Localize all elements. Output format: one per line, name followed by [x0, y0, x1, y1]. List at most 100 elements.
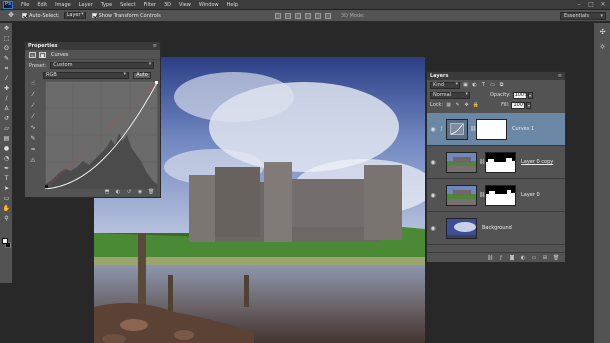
new-adjustment-icon[interactable]: ◐ — [520, 255, 526, 261]
layer-name[interactable]: Background — [482, 225, 512, 231]
auto-select-dropdown[interactable]: Layer — [63, 12, 86, 19]
layer-name[interactable]: Layer 0 — [521, 192, 540, 198]
crop-tool-icon[interactable]: ⌗ — [1, 64, 12, 73]
menu-file[interactable]: File — [17, 2, 33, 8]
blur-tool-icon[interactable]: ● — [1, 144, 12, 153]
layer-style-icon[interactable]: ƒ — [498, 255, 504, 261]
auto-select-checkbox[interactable] — [22, 13, 27, 18]
reset-icon[interactable]: ↺ — [126, 189, 132, 195]
show-transform-checkbox[interactable] — [91, 13, 97, 18]
fill-field[interactable]: 100% — [511, 101, 528, 109]
adjustments-panel-icon[interactable]: ☼ — [596, 41, 609, 53]
eye-icon[interactable]: ◉ — [429, 159, 437, 166]
layer-name[interactable]: Curves 1 — [512, 126, 534, 132]
curves-adjustment-thumbnail[interactable] — [446, 118, 468, 140]
layer-row-layer-0[interactable]: ◉ ⛓ Layer 0 — [427, 179, 565, 212]
lasso-tool-icon[interactable]: ʘ — [1, 44, 12, 53]
move-tool-preset-icon[interactable]: ✥ — [4, 11, 18, 20]
healing-brush-tool-icon[interactable]: ✚ — [1, 84, 12, 93]
layer-mask-thumbnail[interactable] — [476, 118, 507, 140]
black-point-eyedropper-icon[interactable]: ⁄ — [29, 91, 37, 99]
eraser-tool-icon[interactable]: ▱ — [1, 124, 12, 133]
path-select-tool-icon[interactable]: ➤ — [1, 184, 12, 193]
foreground-color-swatch[interactable] — [2, 238, 8, 244]
menu-view[interactable]: View — [175, 2, 195, 8]
layer-thumbnail[interactable] — [446, 217, 477, 239]
hand-tool-icon[interactable]: ✋ — [1, 204, 12, 213]
lock-transparency-icon[interactable]: ▦ — [445, 102, 452, 108]
align-left-icon[interactable] — [304, 12, 311, 19]
add-mask-icon[interactable]: ◙ — [509, 255, 515, 261]
dodge-tool-icon[interactable]: ◔ — [1, 154, 12, 163]
pixel-filter-icon[interactable]: ▣ — [462, 82, 469, 88]
menu-window[interactable]: Window — [195, 2, 223, 8]
properties-panel-header[interactable]: Properties ≡ — [25, 42, 160, 50]
fill-slider-toggle[interactable]: ▾ — [526, 101, 532, 109]
gradient-tool-icon[interactable]: ▤ — [1, 134, 12, 143]
layer-mask-thumbnail[interactable] — [485, 151, 516, 173]
adjustment-filter-icon[interactable]: ◐ — [471, 82, 478, 88]
link-icon[interactable]: ⛓ — [479, 192, 485, 198]
layer-row-background[interactable]: ◉ Background — [427, 212, 565, 245]
menu-layer[interactable]: Layer — [75, 2, 97, 8]
quick-select-tool-icon[interactable]: ✎ — [1, 54, 12, 63]
menu-select[interactable]: Select — [116, 2, 139, 8]
kind-filter-dropdown[interactable]: Kind — [430, 81, 460, 89]
target-adjust-icon[interactable]: ☝ — [29, 80, 37, 88]
blend-mode-dropdown[interactable]: Normal — [430, 91, 470, 99]
maximize-button[interactable]: □ — [587, 1, 595, 8]
link-icon[interactable]: ⛓ — [470, 126, 476, 132]
eye-icon[interactable]: ◉ — [429, 192, 437, 199]
clipping-warning-icon[interactable]: ⚠ — [29, 157, 37, 165]
gray-point-eyedropper-icon[interactable]: ⁄ — [29, 102, 37, 110]
link-layers-icon[interactable]: ⛓ — [487, 255, 493, 261]
close-button[interactable]: ✕ — [599, 1, 607, 8]
eye-icon[interactable]: ◉ — [429, 126, 437, 133]
clone-stamp-tool-icon[interactable]: ♙ — [1, 104, 12, 113]
trash-icon[interactable]: 🗑 — [148, 189, 154, 195]
smart-object-filter-icon[interactable]: ⧉ — [498, 82, 505, 88]
lock-all-icon[interactable]: 🔒 — [472, 102, 479, 108]
align-top-icon[interactable] — [274, 12, 281, 19]
layer-row-curves-1[interactable]: ◉ ƒ ⛓ Curves 1 — [427, 113, 565, 146]
lock-position-icon[interactable]: ✥ — [463, 102, 470, 108]
menu-filter[interactable]: Filter — [140, 2, 160, 8]
layer-mask-thumbnail[interactable] — [485, 184, 516, 206]
auto-button[interactable]: Auto — [133, 72, 151, 79]
white-point-eyedropper-icon[interactable]: ⁄ — [29, 113, 37, 121]
lock-pixels-icon[interactable]: ✎ — [454, 102, 461, 108]
move-tool-icon[interactable]: ✥ — [1, 24, 12, 33]
delete-layer-icon[interactable]: 🗑 — [553, 255, 559, 261]
curve-point-tool-icon[interactable]: ∿ — [29, 124, 37, 132]
curve-graph[interactable] — [45, 81, 158, 189]
menu-help[interactable]: Help — [223, 2, 242, 8]
channel-dropdown[interactable]: RGB — [43, 72, 129, 79]
layer-row-layer-0-copy[interactable]: ◉ ⛓ Layer 0 copy — [427, 146, 565, 179]
preset-dropdown[interactable]: Custom — [50, 62, 155, 69]
layers-panel-header[interactable]: Layers ≡ — [427, 72, 565, 80]
clip-to-layer-icon[interactable]: ⬒ — [104, 189, 110, 195]
visibility-icon[interactable]: ◉ — [137, 189, 143, 195]
menu-edit[interactable]: Edit — [33, 2, 51, 8]
menu-3d[interactable]: 3D — [160, 2, 175, 8]
view-previous-icon[interactable]: ◐ — [115, 189, 121, 195]
layer-thumbnail[interactable] — [446, 184, 477, 206]
marquee-tool-icon[interactable]: ⬚ — [1, 34, 12, 43]
panel-menu-icon[interactable]: ≡ — [558, 72, 562, 80]
pen-tool-icon[interactable]: ✒ — [1, 164, 12, 173]
type-tool-icon[interactable]: T — [1, 174, 12, 183]
minimize-button[interactable]: – — [575, 1, 583, 8]
layer-name[interactable]: Layer 0 copy — [521, 159, 553, 165]
brush-tool-icon[interactable]: ∕ — [1, 94, 12, 103]
new-layer-icon[interactable]: ⊞ — [542, 255, 548, 261]
align-vcenter-icon[interactable] — [284, 12, 291, 19]
layer-thumbnail[interactable] — [446, 151, 477, 173]
opacity-field[interactable]: 100% — [512, 91, 529, 99]
workspace-dropdown[interactable]: Essentials — [560, 12, 606, 20]
menu-type[interactable]: Type — [97, 2, 116, 8]
properties-panel-icon[interactable]: ✣ — [596, 26, 609, 38]
align-bottom-icon[interactable] — [294, 12, 301, 19]
shape-filter-icon[interactable]: ▭ — [489, 82, 496, 88]
rectangle-tool-icon[interactable]: ▭ — [1, 194, 12, 203]
eyedropper-tool-icon[interactable]: ⁄ — [1, 74, 12, 83]
